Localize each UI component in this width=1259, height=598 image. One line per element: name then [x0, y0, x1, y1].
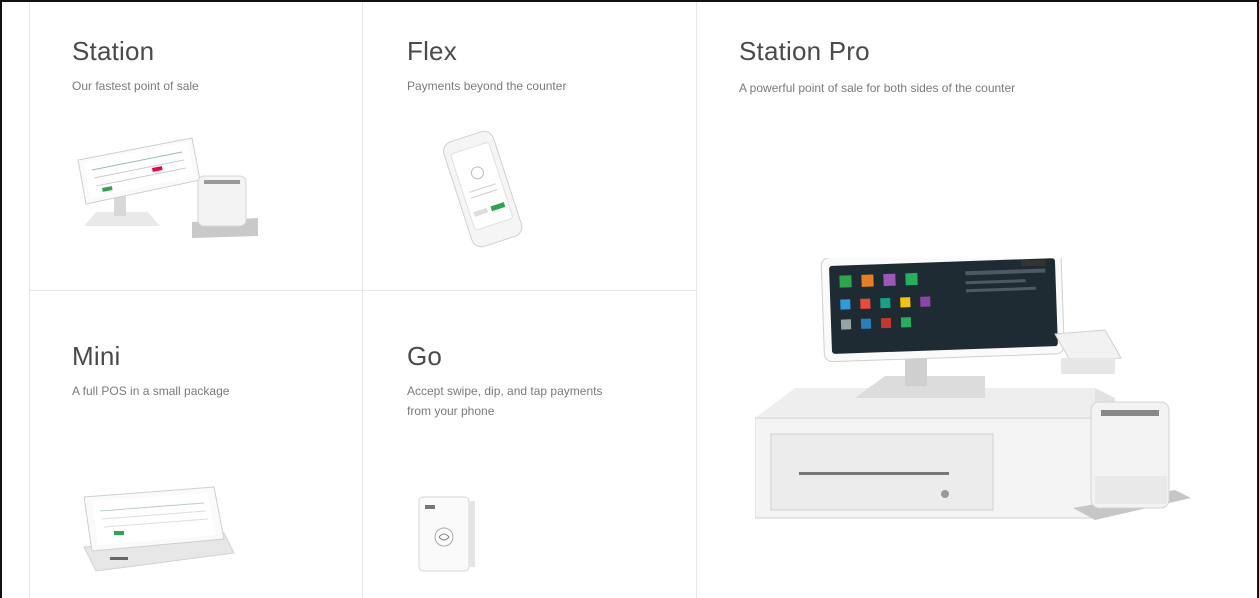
product-tile-go[interactable]: Go Accept swipe, dip, and tap payments f…: [363, 291, 696, 598]
product-subtitle: A full POS in a small package: [72, 384, 230, 398]
product-title: Flex: [407, 36, 457, 66]
product-subtitle: Payments beyond the counter: [407, 79, 567, 93]
product-subtitle-line-2: from your phone: [407, 404, 495, 418]
product-subtitle: Accept swipe, dip, and tap payments from…: [407, 381, 602, 421]
product-tile-mini[interactable]: Mini A full POS in a small package: [30, 291, 362, 598]
product-subtitle: A powerful point of sale for both sides …: [739, 81, 1016, 95]
product-title: Mini: [72, 341, 121, 371]
mini-device-image: [83, 486, 235, 572]
product-tile-flex[interactable]: Flex Payments beyond the counter: [363, 2, 696, 290]
product-title: Go: [407, 341, 443, 371]
station-pro-device-image: [755, 258, 1191, 520]
product-subtitle-line-1: Accept swipe, dip, and tap payments: [407, 384, 603, 398]
station-device-image: [77, 137, 258, 238]
product-title: Station: [72, 36, 155, 66]
go-device-image: [418, 496, 475, 572]
product-tile-station[interactable]: Station Our fastest point of sale: [30, 2, 362, 290]
product-tile-station-pro[interactable]: Station Pro A powerful point of sale for…: [697, 2, 1257, 598]
flex-device-image: [443, 130, 523, 248]
product-title: Station Pro: [739, 36, 870, 66]
product-subtitle: Our fastest point of sale: [72, 79, 199, 93]
